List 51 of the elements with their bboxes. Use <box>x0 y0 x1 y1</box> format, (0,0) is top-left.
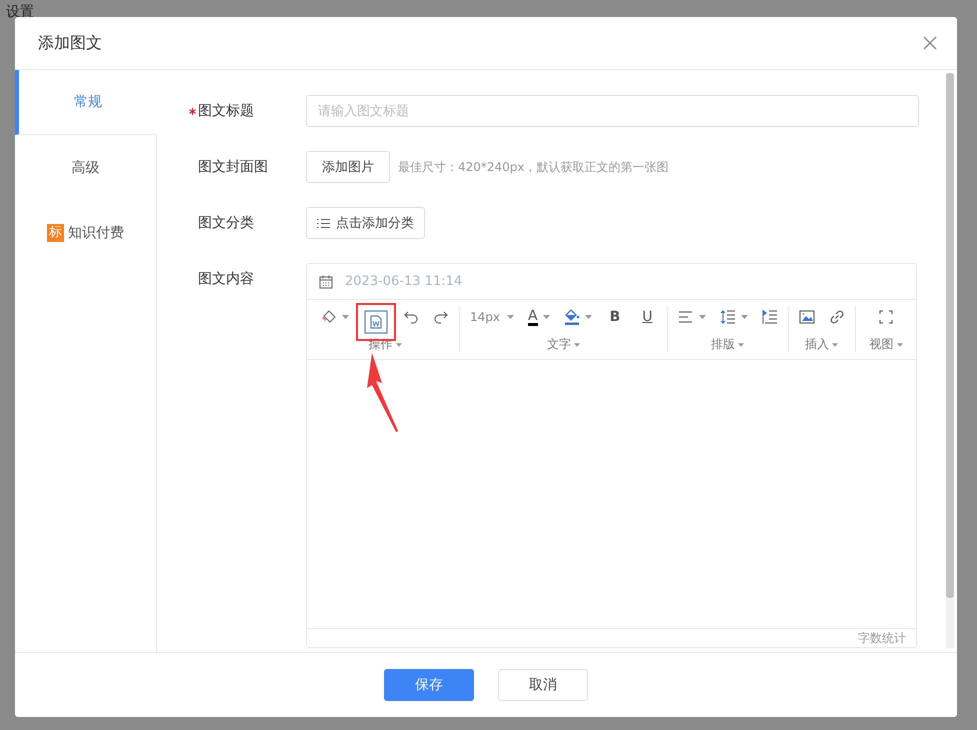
sidebar-tab[interactable]: 高级 <box>15 135 157 200</box>
caret-icon <box>396 342 402 346</box>
fullscreen-icon <box>878 309 894 325</box>
underline-button[interactable]: U <box>631 302 664 332</box>
align-left-icon <box>678 309 694 325</box>
group-label[interactable]: 视图 <box>870 336 902 353</box>
save-button[interactable]: 保存 <box>384 669 474 701</box>
add-category-button[interactable]: 点击添加分类 <box>306 207 425 239</box>
group-label[interactable]: 插入 <box>805 336 838 353</box>
field-label: 图文分类 <box>198 214 254 232</box>
field-label: 图文内容 <box>198 270 254 288</box>
sidebar-tab[interactable]: 标 知识付费 <box>15 200 157 265</box>
caret-icon <box>740 315 748 319</box>
caret-icon <box>832 342 838 346</box>
word-count-text: 字数统计 <box>858 630 906 647</box>
field-label: 图文标题 <box>198 102 254 120</box>
document-icon <box>364 310 388 334</box>
indent-icon <box>762 309 778 325</box>
caret-icon <box>738 342 744 346</box>
caret-icon <box>574 342 580 346</box>
eraser-icon <box>321 309 337 325</box>
caret-icon <box>698 315 706 319</box>
group-label[interactable]: 排版 <box>711 336 744 353</box>
font-color-button[interactable]: A <box>521 302 557 332</box>
add-image-button[interactable]: 添加图片 <box>306 151 390 183</box>
date-text: 2023-06-13 11:14 <box>345 274 462 289</box>
undo-icon <box>403 309 419 325</box>
field-label: 图文封面图 <box>198 158 268 176</box>
list-icon <box>317 218 330 228</box>
caret-icon <box>584 315 592 319</box>
caret-icon <box>542 315 550 319</box>
group-label[interactable]: 文字 <box>546 336 580 353</box>
dialog-title: 添加图文 <box>38 32 102 54</box>
title-input[interactable]: 请输入图文标题 <box>306 95 919 127</box>
sidebar-tab[interactable]: 常规 <box>15 70 157 135</box>
close-icon[interactable] <box>923 36 937 50</box>
font-size-button[interactable]: 14px <box>463 302 521 332</box>
bold-button[interactable]: B <box>598 302 632 332</box>
cancel-button[interactable]: 取消 <box>498 669 588 701</box>
image-icon <box>798 309 814 325</box>
caret-icon <box>342 315 349 319</box>
caret-icon <box>507 315 514 319</box>
link-icon <box>828 309 844 325</box>
tag-badge: 标 <box>47 224 64 242</box>
bucket-icon <box>564 309 580 325</box>
line-spacing-icon <box>720 309 736 325</box>
calendar-icon <box>319 274 333 288</box>
redo-icon <box>433 309 449 325</box>
caret-icon <box>896 342 902 346</box>
page-title: 设置 <box>5 3 35 17</box>
hint-text: 最佳尺寸：420*240px，默认获取正文的第一张图 <box>398 158 669 176</box>
